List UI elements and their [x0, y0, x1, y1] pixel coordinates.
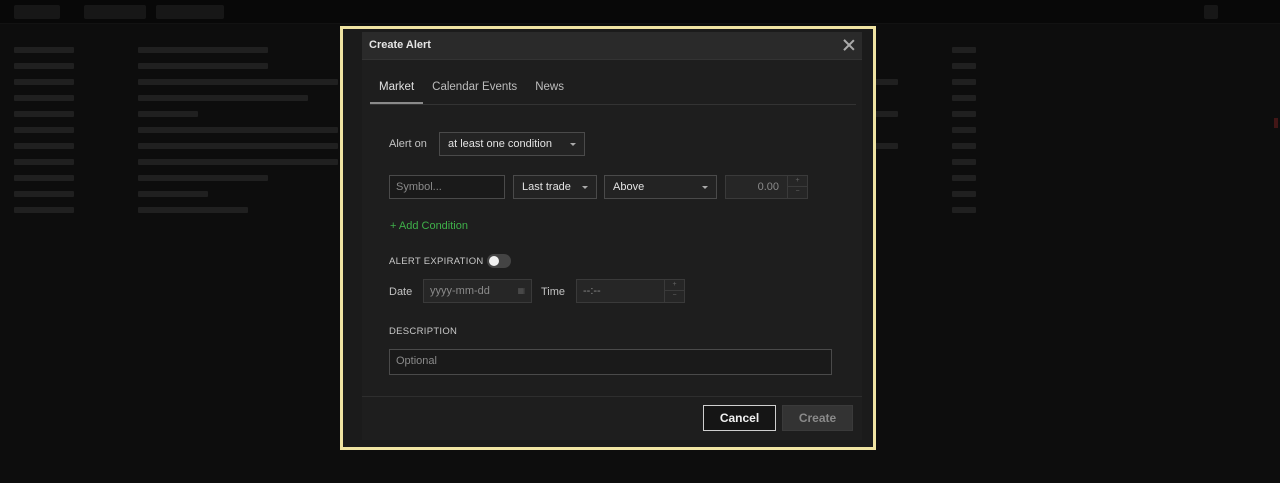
- chevron-down-icon: [702, 186, 708, 189]
- field-select[interactable]: Last trade: [513, 175, 597, 199]
- create-alert-dialog: Create Alert Market Calendar Events News…: [362, 32, 862, 440]
- dialog-title: Create Alert: [369, 39, 431, 51]
- description-placeholder: Optional: [396, 355, 437, 367]
- tabs-divider: [370, 104, 856, 105]
- alert-expiration-toggle[interactable]: [487, 254, 511, 268]
- date-input[interactable]: yyyy-mm-dd ▦: [423, 279, 532, 303]
- increment-icon[interactable]: +: [788, 176, 807, 187]
- alert-type-tabs: Market Calendar Events News: [370, 76, 573, 104]
- chevron-down-icon: [582, 186, 588, 189]
- decrement-icon[interactable]: −: [788, 187, 807, 198]
- alert-on-label: Alert on: [389, 138, 427, 150]
- alert-on-select[interactable]: at least one condition: [439, 132, 585, 156]
- time-placeholder: --:--: [583, 285, 601, 297]
- chevron-down-icon: [570, 143, 576, 146]
- date-label: Date: [389, 286, 413, 298]
- dialog-header: Create Alert: [362, 32, 862, 60]
- cancel-button[interactable]: Cancel: [703, 405, 776, 431]
- symbol-input[interactable]: Symbol...: [389, 175, 505, 199]
- close-icon[interactable]: [842, 38, 856, 52]
- symbol-placeholder: Symbol...: [396, 181, 442, 193]
- description-label: DESCRIPTION: [389, 326, 458, 337]
- increment-icon[interactable]: +: [665, 280, 684, 291]
- threshold-stepper[interactable]: + −: [787, 176, 807, 198]
- date-placeholder: yyyy-mm-dd: [430, 285, 490, 297]
- threshold-value: 0.00: [757, 181, 779, 193]
- footer-divider: [362, 396, 862, 397]
- description-input[interactable]: Optional: [389, 349, 832, 375]
- alert-expiration-label: ALERT EXPIRATION: [389, 256, 484, 267]
- time-label: Time: [541, 286, 566, 298]
- operator-value: Above: [613, 181, 645, 193]
- tab-news[interactable]: News: [526, 76, 573, 104]
- calendar-icon[interactable]: ▦: [517, 286, 525, 295]
- time-input[interactable]: --:-- + −: [576, 279, 685, 303]
- tab-calendar-events[interactable]: Calendar Events: [423, 76, 526, 104]
- create-button[interactable]: Create: [782, 405, 853, 431]
- operator-select[interactable]: Above: [604, 175, 717, 199]
- decrement-icon[interactable]: −: [665, 291, 684, 302]
- field-value: Last trade: [522, 181, 571, 193]
- time-stepper[interactable]: + −: [664, 280, 684, 302]
- alert-on-value: at least one condition: [448, 138, 552, 150]
- threshold-input[interactable]: 0.00 + −: [725, 175, 808, 199]
- tab-market[interactable]: Market: [370, 76, 424, 104]
- add-condition-link[interactable]: + Add Condition: [390, 220, 468, 232]
